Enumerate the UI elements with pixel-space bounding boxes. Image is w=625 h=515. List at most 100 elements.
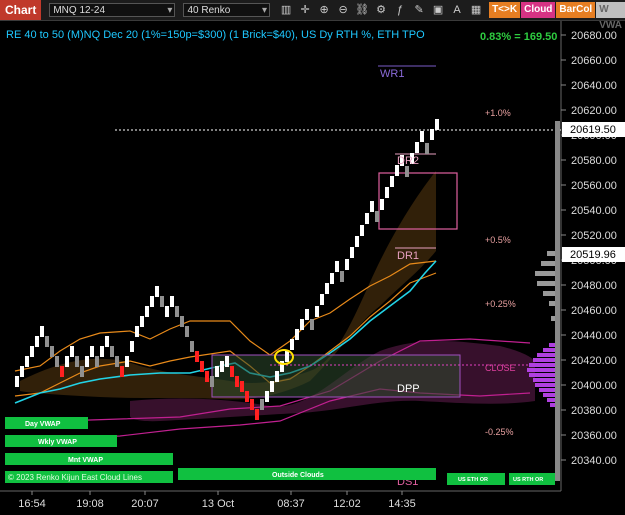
up-brick xyxy=(350,247,354,258)
up-brick xyxy=(125,356,129,367)
price-tick-label: 20340.00 xyxy=(571,455,617,467)
up-brick xyxy=(105,336,109,347)
indicator-legend: © 2023 Renko Kijun East Cloud Lines xyxy=(8,473,142,482)
toolbar-icons: ▥ ✛ ⊕ ⊖ ⛓ ⚙ ƒ ✎ ▣ A ▦ xyxy=(278,2,484,18)
strategy-icon[interactable]: ⚙ xyxy=(373,2,389,18)
up-brick xyxy=(215,366,219,377)
pnl-readout: 0.83% = 169.50 xyxy=(480,31,558,43)
neutral-brick xyxy=(75,356,79,367)
up-brick xyxy=(155,286,159,297)
down-brick xyxy=(245,391,249,402)
wkly-vwap-label: Wkly VWAP xyxy=(38,439,77,446)
down-brick xyxy=(60,366,64,377)
up-brick xyxy=(320,294,324,305)
screenshot-icon[interactable]: ▣ xyxy=(430,2,446,18)
up-brick xyxy=(285,351,289,362)
tpo-purple-row xyxy=(533,358,555,362)
price-tick-label: 20620.00 xyxy=(571,105,617,117)
neutral-brick xyxy=(405,166,409,177)
up-brick xyxy=(355,236,359,247)
time-tick-label: 14:35 xyxy=(388,498,416,510)
up-brick xyxy=(135,326,139,337)
tpo-purple-row xyxy=(533,378,555,382)
tpo-purple-row xyxy=(529,373,555,377)
price-plot[interactable]: 20680.0020660.0020640.0020620.0020600.00… xyxy=(0,21,625,515)
up-brick xyxy=(140,316,144,327)
symbol-selector[interactable]: MNQ 12-24 ▾ xyxy=(49,3,176,17)
drawing-icon[interactable]: ▦ xyxy=(468,2,484,18)
neutral-brick xyxy=(425,143,429,154)
up-brick xyxy=(150,296,154,307)
link-icon[interactable]: ⛓ xyxy=(354,2,370,18)
tpo-gray-row xyxy=(537,281,555,286)
price-tick-label: 20560.00 xyxy=(571,180,617,192)
up-brick xyxy=(20,366,24,377)
toolbar: Chart MNQ 12-24 ▾ 40 Renko ▾ ▥ ✛ ⊕ ⊖ ⛓ ⚙ ƒ… xyxy=(0,0,625,31)
up-brick xyxy=(70,346,74,357)
zoom-in-icon[interactable]: ⊕ xyxy=(316,2,332,18)
up-brick xyxy=(380,199,384,210)
toggle-pills: T<>K Cloud BarCol W VWA xyxy=(488,2,625,31)
neutral-brick xyxy=(55,356,59,367)
up-brick xyxy=(40,326,44,337)
tpo-gray-row xyxy=(551,316,555,321)
chart-panel[interactable]: 20680.0020660.0020640.0020620.0020600.00… xyxy=(0,21,625,515)
neutral-brick xyxy=(115,356,119,367)
pill-cloud[interactable]: Cloud xyxy=(521,2,556,18)
last-price-value: 20619.50 xyxy=(570,124,616,136)
tpo-purple-row xyxy=(549,343,555,347)
pill-wvwap[interactable]: W VWA xyxy=(596,2,625,31)
symbol-value: MNQ 12-24 xyxy=(53,5,106,16)
bars-icon[interactable]: ▥ xyxy=(278,2,294,18)
up-brick xyxy=(85,356,89,367)
price-tick-label: 20640.00 xyxy=(571,80,617,92)
pencil-icon[interactable]: ✎ xyxy=(411,2,427,18)
up-brick xyxy=(220,361,224,372)
down-brick xyxy=(195,351,199,362)
indicator-icon[interactable]: ƒ xyxy=(392,2,408,18)
up-brick xyxy=(385,187,389,198)
up-brick xyxy=(345,259,349,270)
up-brick xyxy=(145,306,149,317)
pct-plus-025-label: +0.25% xyxy=(485,299,516,309)
up-brick xyxy=(435,119,439,130)
zoom-out-icon[interactable]: ⊖ xyxy=(335,2,351,18)
price-tick-label: 20680.00 xyxy=(571,30,617,42)
tpo-purple-row xyxy=(543,348,555,352)
dpp-label: DPP xyxy=(397,383,420,395)
down-brick xyxy=(235,376,239,387)
neutral-brick xyxy=(95,356,99,367)
up-brick xyxy=(305,309,309,320)
up-brick xyxy=(65,356,69,367)
time-tick-label: 12:02 xyxy=(333,498,361,510)
down-brick xyxy=(255,409,259,420)
mnt-vwap-label: Mnt VWAP xyxy=(68,457,103,464)
pill-tk[interactable]: T<>K xyxy=(489,2,521,18)
up-brick xyxy=(420,131,424,142)
app-label[interactable]: Chart xyxy=(0,0,42,20)
price-tick-label: 20520.00 xyxy=(571,230,617,242)
price-tick-label: 20580.00 xyxy=(571,155,617,167)
up-brick xyxy=(325,283,329,294)
tpo-purple-row xyxy=(535,383,555,387)
crosshair-icon[interactable]: ✛ xyxy=(297,2,313,18)
up-brick xyxy=(360,225,364,236)
price-tick-label: 20400.00 xyxy=(571,380,617,392)
neutral-brick xyxy=(340,271,344,282)
dr2-label: DR2 xyxy=(397,155,419,167)
text-icon[interactable]: A xyxy=(449,2,465,18)
tpo-purple-row xyxy=(547,398,555,402)
time-tick-label: 20:07 xyxy=(131,498,159,510)
neutral-brick xyxy=(80,366,84,377)
chevron-down-icon: ▾ xyxy=(262,5,268,16)
pct-minus-025-label: -0.25% xyxy=(485,427,514,437)
timeframe-selector[interactable]: 40 Renko ▾ xyxy=(183,3,271,17)
time-tick-label: 16:54 xyxy=(18,498,46,510)
tpo-purple-row xyxy=(543,393,555,397)
pill-barcol[interactable]: BarCol xyxy=(556,2,596,18)
tpo-axis-bar xyxy=(555,121,560,481)
up-brick xyxy=(130,341,134,352)
price-tick-label: 20360.00 xyxy=(571,430,617,442)
down-brick xyxy=(240,381,244,392)
neutral-brick xyxy=(260,399,264,410)
